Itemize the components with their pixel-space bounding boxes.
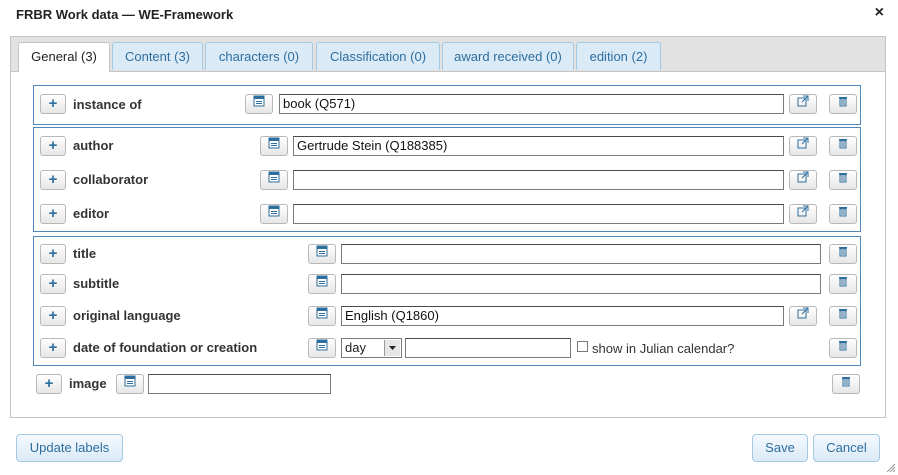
trash-icon: [839, 341, 847, 351]
editor-label: editor: [73, 206, 110, 221]
add-image-button[interactable]: +: [36, 374, 62, 394]
subtitle-label: subtitle: [73, 276, 120, 291]
open-link-button[interactable]: [789, 306, 817, 326]
external-link-icon: [797, 137, 809, 149]
instance-of-input[interactable]: book (Q571): [279, 94, 784, 114]
title-input[interactable]: [341, 244, 821, 264]
trash-icon: [842, 377, 850, 387]
select-value-button[interactable]: [245, 94, 273, 114]
open-link-button[interactable]: [789, 94, 817, 114]
delete-button[interactable]: [829, 274, 857, 294]
select-value-button[interactable]: [260, 136, 288, 156]
open-link-button[interactable]: [789, 170, 817, 190]
image-label: image: [69, 376, 107, 391]
select-value-button[interactable]: [260, 204, 288, 224]
select-value-icon: [316, 245, 328, 257]
delete-button[interactable]: [832, 374, 860, 394]
add-author-button[interactable]: +: [40, 136, 66, 156]
image-input[interactable]: [148, 374, 331, 394]
select-value-button[interactable]: [308, 274, 336, 294]
dialog-title: FRBR Work data — WE-Framework: [16, 7, 234, 22]
tab-classification[interactable]: Classification (0): [316, 42, 440, 70]
tab-award-received[interactable]: award received (0): [442, 42, 574, 70]
dialog-titlebar: FRBR Work data — WE-Framework ×: [0, 0, 898, 30]
subtitle-input[interactable]: [341, 274, 821, 294]
external-link-icon: [797, 307, 809, 319]
external-link-icon: [797, 205, 809, 217]
add-subtitle-button[interactable]: +: [40, 274, 66, 294]
add-original-language-button[interactable]: +: [40, 306, 66, 326]
open-link-button[interactable]: [789, 204, 817, 224]
precision-select[interactable]: day: [341, 338, 402, 358]
delete-button[interactable]: [829, 136, 857, 156]
trash-icon: [839, 247, 847, 257]
author-label: author: [73, 138, 114, 153]
delete-button[interactable]: [829, 94, 857, 114]
delete-button[interactable]: [829, 170, 857, 190]
select-value-icon: [316, 275, 328, 287]
add-title-button[interactable]: +: [40, 244, 66, 264]
external-link-icon: [797, 171, 809, 183]
close-icon[interactable]: ×: [875, 4, 884, 22]
julian-calendar-label: show in Julian calendar?: [592, 341, 735, 356]
trash-icon: [839, 173, 847, 183]
tab-characters[interactable]: characters (0): [205, 42, 313, 70]
collaborator-label: collaborator: [73, 172, 149, 187]
chevron-down-icon: [384, 340, 400, 356]
editor-input[interactable]: [293, 204, 784, 224]
select-value-icon: [124, 375, 136, 387]
tab-general[interactable]: General (3): [18, 42, 110, 72]
precision-value: day: [345, 340, 366, 355]
trash-icon: [839, 207, 847, 217]
add-instance-of-button[interactable]: +: [40, 94, 66, 114]
select-value-button[interactable]: [308, 306, 336, 326]
delete-button[interactable]: [829, 338, 857, 358]
tab-content[interactable]: Content (3): [112, 42, 203, 70]
original-language-label: original language: [73, 308, 181, 323]
select-value-button[interactable]: [116, 374, 144, 394]
select-value-button[interactable]: [260, 170, 288, 190]
tab-edition[interactable]: edition (2): [576, 42, 661, 70]
tab-bar: General (3) Content (3) characters (0) C…: [11, 37, 885, 72]
trash-icon: [839, 139, 847, 149]
open-link-button[interactable]: [789, 136, 817, 156]
select-value-icon: [268, 205, 280, 217]
select-value-icon: [316, 307, 328, 319]
resize-grip-icon[interactable]: [884, 461, 896, 473]
collaborator-input[interactable]: [293, 170, 784, 190]
add-collaborator-button[interactable]: +: [40, 170, 66, 190]
external-link-icon: [797, 95, 809, 107]
update-labels-button[interactable]: Update labels: [16, 434, 123, 462]
select-value-icon: [268, 171, 280, 183]
julian-calendar-checkbox[interactable]: [577, 341, 588, 352]
trash-icon: [839, 97, 847, 107]
delete-button[interactable]: [829, 306, 857, 326]
select-value-icon: [268, 137, 280, 149]
date-input[interactable]: [405, 338, 571, 358]
cancel-button[interactable]: Cancel: [813, 434, 880, 462]
add-editor-button[interactable]: +: [40, 204, 66, 224]
add-date-button[interactable]: +: [40, 338, 66, 358]
date-of-foundation-label: date of foundation or creation: [73, 340, 258, 355]
delete-button[interactable]: [829, 204, 857, 224]
author-input[interactable]: Gertrude Stein (Q188385): [293, 136, 784, 156]
delete-button[interactable]: [829, 244, 857, 264]
dialog-button-bar: Update labels Save Cancel: [0, 420, 898, 475]
select-value-button[interactable]: [308, 338, 336, 358]
instance-of-label: instance of: [73, 97, 142, 112]
save-button[interactable]: Save: [752, 434, 808, 462]
trash-icon: [839, 277, 847, 287]
select-value-icon: [253, 95, 265, 107]
select-value-icon: [316, 339, 328, 351]
original-language-input[interactable]: English (Q1860): [341, 306, 784, 326]
title-label: title: [73, 246, 97, 261]
trash-icon: [839, 309, 847, 319]
select-value-button[interactable]: [308, 244, 336, 264]
